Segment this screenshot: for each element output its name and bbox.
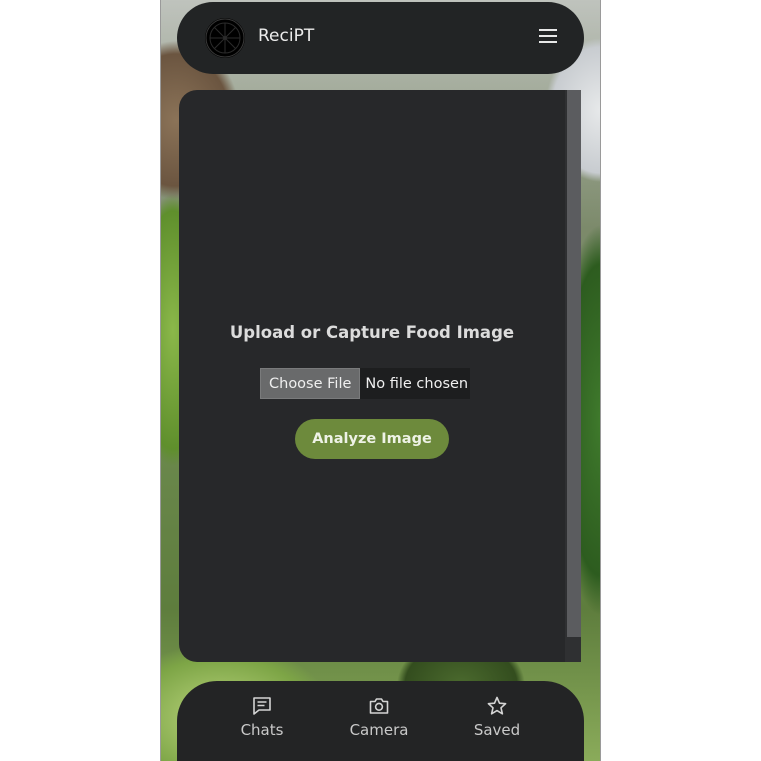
choose-file-button[interactable]: Choose File bbox=[260, 368, 361, 399]
bottom-nav: Chats Camera Saved bbox=[177, 681, 584, 761]
chat-icon bbox=[253, 697, 271, 715]
file-status-text: No file chosen bbox=[360, 368, 471, 399]
nav-item-saved[interactable]: Saved bbox=[452, 695, 542, 739]
nav-label-camera: Camera bbox=[349, 721, 409, 739]
app-title: ReciPT bbox=[258, 26, 315, 46]
file-input[interactable]: Choose File No file chosen bbox=[260, 368, 471, 399]
nav-label-chats: Chats bbox=[240, 721, 284, 739]
top-bar: ReciPT bbox=[177, 2, 584, 74]
lime-slice-icon bbox=[205, 18, 245, 58]
scrollbar-track[interactable] bbox=[565, 90, 581, 662]
analyze-image-button[interactable]: Analyze Image bbox=[295, 419, 449, 459]
nav-item-chats[interactable]: Chats bbox=[217, 695, 307, 739]
upload-panel: Upload or Capture Food Image Choose File… bbox=[179, 90, 581, 662]
app-window: ReciPT Upload or Capture Food Image Choo… bbox=[160, 0, 601, 761]
scrollbar-thumb[interactable] bbox=[567, 90, 581, 637]
camera-icon bbox=[369, 698, 389, 714]
hamburger-menu-icon[interactable] bbox=[539, 29, 559, 45]
star-icon bbox=[487, 696, 507, 715]
nav-label-saved: Saved bbox=[473, 721, 521, 739]
nav-item-camera[interactable]: Camera bbox=[334, 695, 424, 739]
upload-heading: Upload or Capture Food Image bbox=[229, 323, 515, 342]
